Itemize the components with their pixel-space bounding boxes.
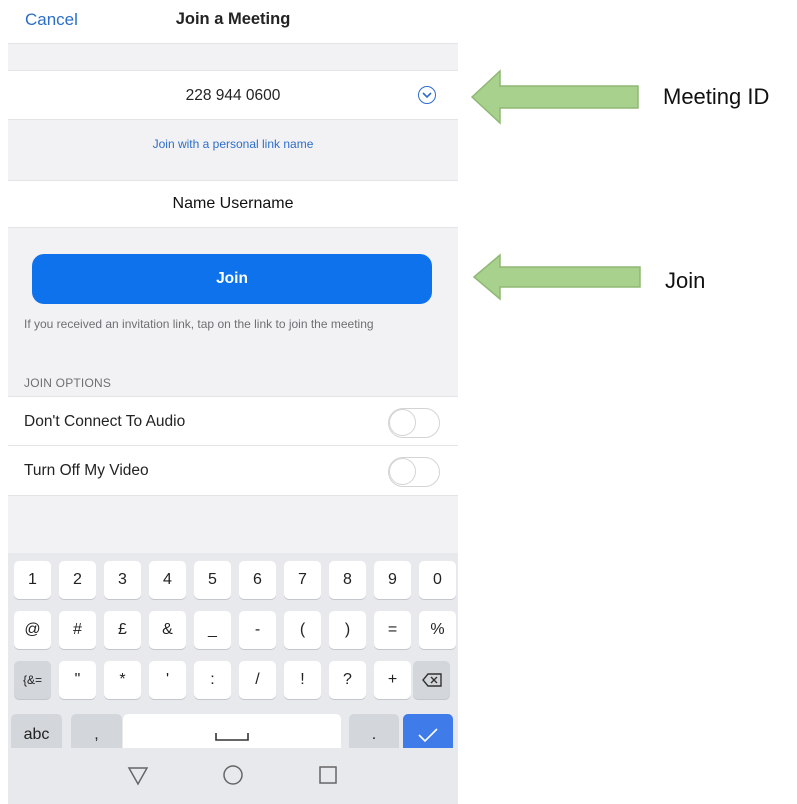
key-7[interactable]: 8 bbox=[329, 561, 366, 599]
option-label: Don't Connect To Audio bbox=[24, 413, 186, 430]
toggle-knob bbox=[389, 409, 416, 436]
meeting-id-annotation-label: Meeting ID bbox=[663, 84, 770, 109]
key-3[interactable]: & bbox=[149, 611, 186, 649]
backspace-key[interactable] bbox=[413, 661, 450, 699]
personal-link-name-link[interactable]: Join with a personal link name bbox=[8, 137, 458, 151]
key-5[interactable]: / bbox=[239, 661, 276, 699]
key-7[interactable]: ? bbox=[329, 661, 366, 699]
key-2[interactable]: * bbox=[104, 661, 141, 699]
chevron-down-icon[interactable] bbox=[418, 86, 436, 104]
meeting-id-annotation-arrow bbox=[470, 69, 639, 125]
key-5[interactable]: - bbox=[239, 611, 276, 649]
system-navigation-bar bbox=[8, 748, 458, 804]
join-annotation-arrow bbox=[472, 253, 641, 301]
key-3[interactable]: 4 bbox=[149, 561, 186, 599]
key-1[interactable]: # bbox=[59, 611, 96, 649]
key-4[interactable]: : bbox=[194, 661, 231, 699]
triangle-back-icon[interactable] bbox=[123, 760, 153, 790]
name-field[interactable]: Name Username bbox=[8, 180, 458, 228]
name-value: Name Username bbox=[172, 195, 294, 212]
key-4[interactable]: 5 bbox=[194, 561, 231, 599]
video-toggle[interactable] bbox=[388, 457, 440, 487]
navigation-bar: Cancel Join a Meeting bbox=[8, 0, 458, 44]
audio-toggle[interactable] bbox=[388, 408, 440, 438]
join-annotation-label: Join bbox=[665, 268, 706, 293]
circle-home-icon[interactable] bbox=[218, 760, 248, 790]
key-0[interactable]: {&= bbox=[14, 661, 51, 699]
option-label: Turn Off My Video bbox=[24, 462, 149, 479]
key-1[interactable]: " bbox=[59, 661, 96, 699]
key-9[interactable]: % bbox=[419, 611, 456, 649]
backspace-icon bbox=[421, 673, 442, 687]
spacebar-icon bbox=[215, 733, 249, 741]
key-6[interactable]: ! bbox=[284, 661, 321, 699]
key-8[interactable]: = bbox=[374, 611, 411, 649]
square-recent-icon[interactable] bbox=[313, 760, 343, 790]
key-7[interactable]: ) bbox=[329, 611, 366, 649]
join-button[interactable]: Join bbox=[32, 254, 432, 304]
key-1[interactable]: 2 bbox=[59, 561, 96, 599]
key-5[interactable]: 6 bbox=[239, 561, 276, 599]
key-6[interactable]: ( bbox=[284, 611, 321, 649]
key-2[interactable]: 3 bbox=[104, 561, 141, 599]
key-0[interactable]: @ bbox=[14, 611, 51, 649]
key-9[interactable]: 0 bbox=[419, 561, 456, 599]
key-0[interactable]: 1 bbox=[14, 561, 51, 599]
page-title: Join a Meeting bbox=[175, 10, 291, 28]
key-6[interactable]: 7 bbox=[284, 561, 321, 599]
meeting-id-value: 228 944 0600 bbox=[185, 87, 281, 104]
option-row-dont-connect-audio: Don't Connect To Audio bbox=[8, 396, 458, 446]
checkmark-icon bbox=[418, 728, 438, 743]
toggle-knob bbox=[389, 458, 416, 485]
key-8[interactable]: + bbox=[374, 661, 411, 699]
option-row-turn-off-video: Turn Off My Video bbox=[8, 446, 458, 496]
join-options-header: JOIN OPTIONS bbox=[24, 376, 112, 390]
key-8[interactable]: 9 bbox=[374, 561, 411, 599]
meeting-id-field[interactable]: 228 944 0600 bbox=[8, 70, 458, 120]
key-4[interactable]: _ bbox=[194, 611, 231, 649]
key-2[interactable]: £ bbox=[104, 611, 141, 649]
invitation-hint-text: If you received an invitation link, tap … bbox=[24, 317, 374, 331]
zoom-join-screen: Cancel Join a Meeting 228 944 0600 Join … bbox=[8, 0, 458, 804]
key-3[interactable]: ' bbox=[149, 661, 186, 699]
